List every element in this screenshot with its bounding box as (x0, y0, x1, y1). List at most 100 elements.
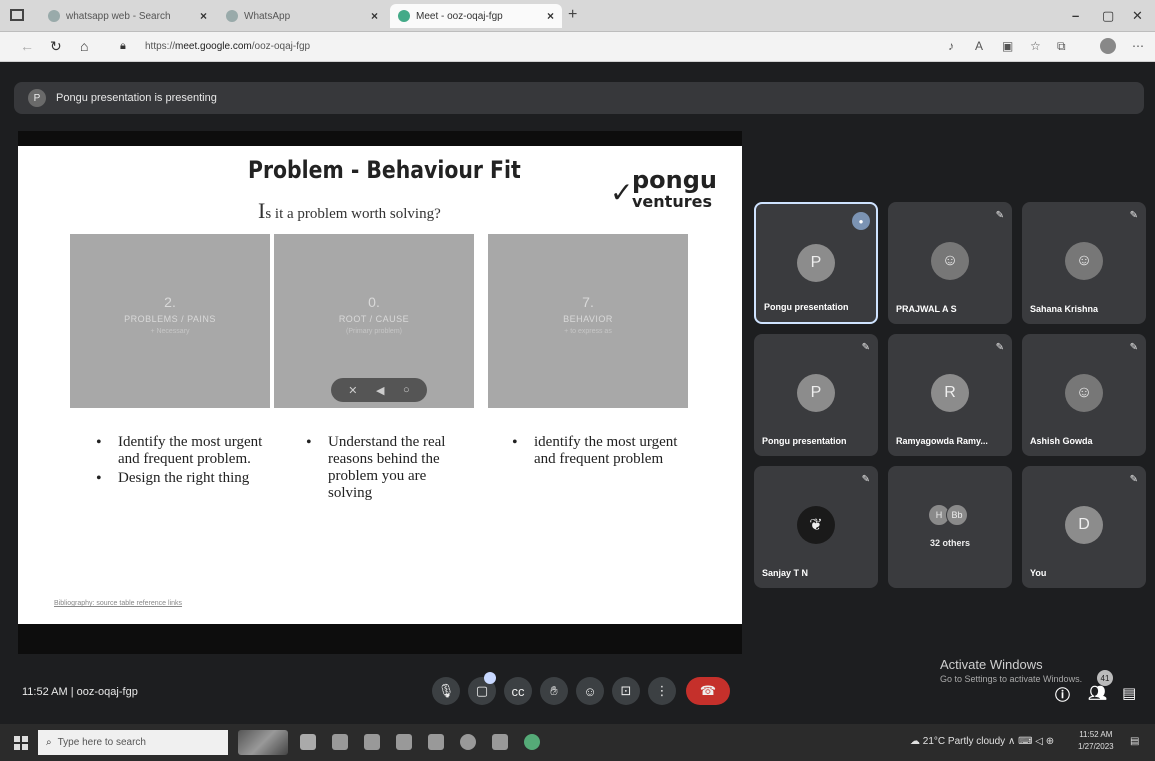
lock-icon[interactable]: 🔒︎ (120, 40, 126, 53)
app-available-icon[interactable]: ▣ (1002, 39, 1013, 53)
app-icon[interactable] (492, 734, 508, 750)
whatsapp-favicon-icon (226, 10, 238, 22)
participant-count-badge: 41 (1097, 670, 1113, 686)
new-tab-button[interactable]: + (568, 6, 577, 24)
clock-time: 11:52 AM (1079, 730, 1113, 739)
bullet-item: Understand the real reasons behind the p… (302, 434, 472, 502)
minimize-button[interactable]: – (1072, 8, 1079, 23)
task-view-icon[interactable] (300, 734, 316, 750)
read-aloud-icon[interactable]: A (975, 39, 983, 53)
participant-tile[interactable]: ✎ ☺ Ashish Gowda (1022, 334, 1146, 456)
meet-favicon-icon (398, 10, 410, 22)
camera-badge (484, 672, 496, 684)
mic-off-icon: ✎ (995, 210, 1004, 221)
captions-button[interactable]: cc (504, 677, 532, 705)
reload-icon[interactable]: ↻ (50, 38, 62, 55)
windows-taskbar: ⌕ Type here to search ☁︎ 21°C Partly clo… (0, 724, 1155, 761)
info-button[interactable]: ⓘ (1055, 684, 1070, 705)
participant-tile[interactable]: ✎ ☺ Sahana Krishna (1022, 202, 1146, 324)
app-icon[interactable] (428, 734, 444, 750)
microphone-button[interactable]: 🎙︎ (432, 677, 460, 705)
others-tile[interactable]: H Bb 32 others (888, 466, 1012, 588)
stop-presenting-icon[interactable]: ○ (403, 384, 410, 396)
logo-word-bottom: ventures (632, 192, 712, 211)
home-icon[interactable]: ⌂ (80, 38, 88, 54)
participant-name: Sanjay T N (762, 568, 809, 578)
participant-name: Pongu presentation (762, 436, 847, 446)
search-placeholder: Type here to search (57, 737, 146, 748)
presenter-avatar: P (28, 89, 46, 107)
meeting-info: 11:52 AM | ooz-oqaj-fgp (22, 686, 138, 698)
profile-avatar[interactable] (1100, 38, 1116, 54)
close-tab-icon[interactable]: × (200, 9, 207, 23)
search-icon: ⌕ (46, 737, 52, 748)
box-label: BEHAVIOR (563, 314, 613, 324)
app-icon[interactable] (364, 734, 380, 750)
meeting-code: ooz-oqaj-fgp (76, 686, 138, 698)
behavior-box: 7. BEHAVIOR + to express as (488, 234, 688, 408)
tab-meet[interactable]: Meet - ooz-oqaj-fgp × (390, 4, 562, 28)
notifications-icon[interactable]: ▤ (1130, 736, 1139, 747)
mic-off-icon: ✎ (995, 342, 1004, 353)
start-button[interactable] (14, 736, 28, 750)
participant-name: Sahana Krishna (1030, 304, 1099, 314)
app-icon[interactable] (396, 734, 412, 750)
close-window-button[interactable]: ✕ (1132, 8, 1143, 24)
tray-icons[interactable]: ∧ ⌨ ◁ ⊕ (1008, 736, 1054, 747)
participant-tile[interactable]: ✎ ❦ Sanjay T N (754, 466, 878, 588)
taskbar-search[interactable]: ⌕ Type here to search (38, 730, 228, 755)
edge-icon[interactable] (524, 734, 540, 750)
chat-button[interactable]: ▤ (1122, 684, 1136, 702)
presentation-controls: ✕ ◀ ○ (331, 378, 427, 402)
participant-tile[interactable]: ✎ R Ramyagowda Ramy... (888, 334, 1012, 456)
raise-hand-button[interactable]: ✋︎ (540, 677, 568, 705)
mute-presentation-icon[interactable]: ✕ (348, 384, 357, 397)
present-button[interactable]: ⊡ (612, 677, 640, 705)
participant-name: PRAJWAL A S (896, 304, 957, 314)
bullet-list-3: identify the most urgent and frequent pr… (508, 434, 688, 470)
app-icon[interactable] (332, 734, 348, 750)
more-options-button[interactable]: ⋮ (648, 677, 676, 705)
tab-whatsapp[interactable]: WhatsApp × (218, 4, 386, 28)
url-field[interactable]: https://meet.google.com/ooz-oqaj-fgp (145, 41, 310, 52)
leave-call-button[interactable]: ☎︎ (686, 677, 730, 705)
volume-icon[interactable]: ◀ (376, 384, 384, 397)
close-tab-icon[interactable]: × (371, 9, 378, 23)
favorites-star-icon[interactable]: ☆ (1030, 39, 1041, 53)
avatar: P (797, 374, 835, 412)
participant-tile[interactable]: ✎ ☺ PRAJWAL A S (888, 202, 1012, 324)
self-tile[interactable]: ✎ D You (1022, 466, 1146, 588)
taskbar-clock[interactable]: 11:52 AM 1/27/2023 (1078, 729, 1114, 753)
maximize-button[interactable]: ▢ (1102, 8, 1114, 24)
browser-tab-bar: whatsapp web - Search × WhatsApp × Meet … (0, 0, 1155, 32)
more-options-icon[interactable]: ⋯ (1132, 39, 1144, 53)
people-button[interactable]: 👥︎ (1088, 684, 1107, 702)
speaking-indicator-icon: ● (852, 212, 870, 230)
watermark-title: Activate Windows (940, 657, 1043, 672)
close-tab-icon[interactable]: × (547, 9, 554, 23)
back-arrow-icon[interactable]: ← (20, 38, 34, 54)
tab-label: whatsapp web - Search (66, 10, 171, 22)
box-number: 2. (164, 294, 176, 310)
mic-icon[interactable]: ♪ (948, 39, 954, 53)
slide-footnote: Bibliography: source table reference lin… (54, 600, 183, 607)
slide-subtitle: Is it a problem worth solving? (258, 198, 441, 224)
bullet-item: Design the right thing (92, 470, 272, 487)
search-highlight-image[interactable] (238, 730, 288, 755)
chrome-icon[interactable] (460, 734, 476, 750)
presenting-banner: P Pongu presentation is presenting (14, 82, 1144, 114)
address-bar: ← ↻ ⌂ 🔒︎ https://meet.google.com/ooz-oqa… (0, 32, 1155, 62)
tab-whatsapp-search[interactable]: whatsapp web - Search × (40, 4, 215, 28)
collections-icon[interactable]: ⧉ (1057, 39, 1066, 54)
avatar: ❦ (797, 506, 835, 544)
participant-tile[interactable]: ✎ P Pongu presentation (754, 334, 878, 456)
participant-name: Ashish Gowda (1030, 436, 1093, 446)
mic-off-icon: ✎ (861, 342, 870, 353)
weather-widget[interactable]: ☁︎ 21°C Partly cloudy (910, 736, 1005, 747)
bullet-item: identify the most urgent and frequent pr… (508, 434, 688, 468)
emoji-button[interactable]: ☺ (576, 677, 604, 705)
presenting-text: Pongu presentation is presenting (56, 92, 217, 104)
participant-tile[interactable]: ● P Pongu presentation (754, 202, 878, 324)
tab-actions-icon[interactable] (10, 9, 24, 21)
mic-off-icon: ✎ (1129, 342, 1138, 353)
